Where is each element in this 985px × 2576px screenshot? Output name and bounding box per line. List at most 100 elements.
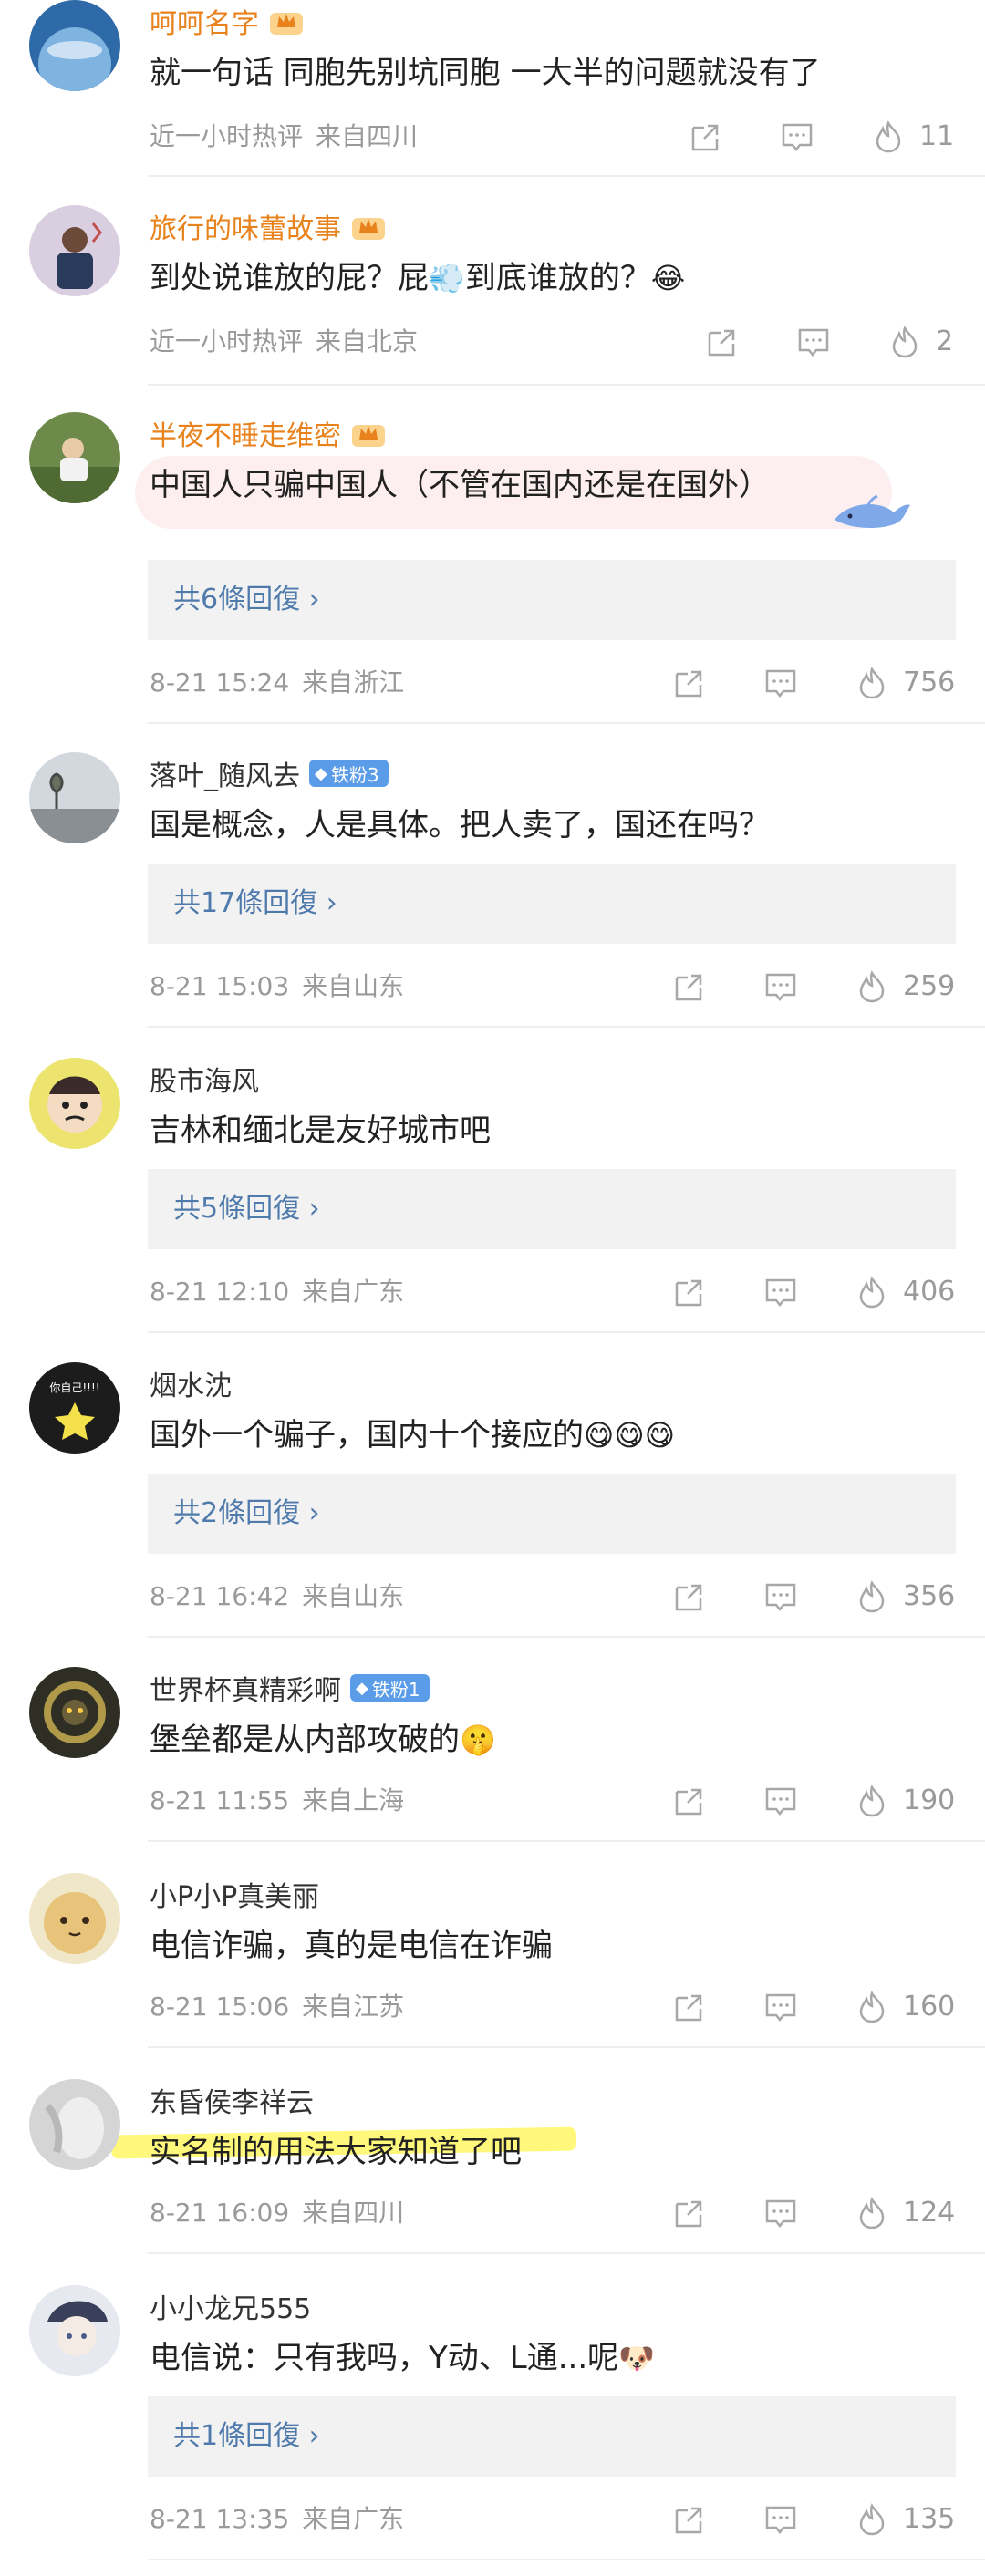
comment-text-part: 国外一个骗子，国内十个接应的	[150, 1417, 584, 1454]
username[interactable]: 小小龙兄555	[150, 2286, 311, 2326]
reply-box[interactable]: 共5條回復 ›	[148, 1169, 956, 1249]
comment-text-part: 到底谁放的？	[464, 260, 651, 296]
like-count: 160	[903, 1991, 956, 2023]
comment-time: 近一小时热评	[150, 326, 304, 357]
comment-time: 8-21 16:42	[150, 1581, 290, 1611]
comment-location: 来自四川	[302, 2198, 405, 2228]
share-icon[interactable]	[673, 970, 706, 1003]
reply-box[interactable]: 共6條回復 ›	[148, 560, 956, 640]
username[interactable]: 呵呵名字	[150, 1, 259, 41]
shush-emoji-icon: 🤫	[460, 1723, 496, 1757]
view-replies-link[interactable]: 共17條回復 ›	[173, 864, 337, 944]
chevron-right-icon: ›	[317, 887, 337, 919]
avatar[interactable]: 你自己!!!!	[29, 1362, 120, 1454]
reply-count-label: 共1條回復	[173, 2420, 301, 2452]
share-icon[interactable]	[673, 2503, 706, 2536]
reply-count-label: 共6條回復	[173, 584, 301, 616]
divider	[148, 175, 985, 177]
fan-badge: ◆ 铁粉1	[350, 1674, 430, 1702]
whale-sticker-icon	[830, 483, 912, 538]
avatar[interactable]	[29, 1058, 120, 1149]
divider	[148, 384, 985, 386]
share-icon[interactable]	[673, 667, 706, 699]
share-icon[interactable]	[673, 1276, 706, 1309]
share-icon[interactable]	[690, 120, 722, 153]
divider	[148, 1026, 985, 1028]
comment-icon[interactable]	[764, 2503, 797, 2536]
reply-box[interactable]: 共1條回復 ›	[148, 2396, 956, 2477]
like-flame-icon[interactable]	[855, 970, 888, 1003]
comment-icon[interactable]	[764, 1276, 797, 1309]
avatar[interactable]	[29, 2285, 120, 2376]
username[interactable]: 小P小P真美丽	[150, 1874, 319, 1914]
share-icon[interactable]	[673, 1580, 706, 1613]
share-icon[interactable]	[706, 326, 739, 358]
comment-text: 实名制的用法大家知道了吧	[150, 2134, 522, 2170]
like-flame-icon[interactable]	[855, 1991, 888, 2023]
username[interactable]: 旅行的味蕾故事	[150, 206, 341, 246]
view-replies-link[interactable]: 共2條回復 ›	[173, 1474, 320, 1554]
like-flame-icon[interactable]	[855, 2503, 888, 2536]
share-icon[interactable]	[673, 1785, 706, 1817]
username[interactable]: 世界杯真精彩啊	[150, 1668, 341, 1708]
comment-icon[interactable]	[797, 326, 830, 358]
like-flame-icon[interactable]	[855, 667, 888, 699]
view-replies-link[interactable]: 共5條回復 ›	[173, 1169, 320, 1249]
reply-box[interactable]: 共2條回復 ›	[148, 1474, 956, 1554]
comment-time: 8-21 12:10	[150, 1277, 290, 1307]
reply-box[interactable]: 共17條回復 ›	[148, 864, 956, 944]
reply-count-label: 共2條回復	[173, 1497, 301, 1529]
comment-icon[interactable]	[764, 1785, 797, 1817]
like-flame-icon[interactable]	[855, 1580, 888, 1613]
diamond-icon: ◆	[356, 1678, 368, 1698]
like-flame-icon[interactable]	[872, 120, 905, 153]
comment-location: 来自北京	[316, 326, 419, 357]
comment-text-part: 堡垒都是从内部攻破的	[150, 1722, 460, 1758]
avatar[interactable]	[29, 2079, 120, 2170]
username[interactable]: 落叶_随风去	[150, 753, 300, 793]
comment-text: 吉林和缅北是友好城市吧	[150, 1112, 491, 1149]
username[interactable]: 股市海风	[150, 1059, 259, 1099]
username[interactable]: 烟水沈	[150, 1363, 232, 1403]
divider	[148, 1331, 985, 1333]
divider	[148, 722, 985, 724]
divider	[148, 1636, 985, 1638]
comment-icon[interactable]	[764, 1580, 797, 1613]
comment-location: 来自山东	[302, 1581, 405, 1611]
comment-icon[interactable]	[764, 2197, 797, 2229]
like-flame-icon[interactable]	[888, 326, 921, 358]
like-count: 259	[903, 970, 956, 1002]
view-replies-link[interactable]: 共1條回復 ›	[173, 2396, 320, 2477]
comment-icon[interactable]	[764, 970, 797, 1003]
comment-icon[interactable]	[764, 667, 797, 699]
comment-location: 来自广东	[302, 2504, 405, 2534]
like-count: 2	[936, 326, 954, 357]
comment-icon[interactable]	[781, 120, 814, 153]
avatar[interactable]	[29, 1873, 120, 1964]
comment-location: 来自上海	[302, 1785, 405, 1816]
avatar[interactable]	[29, 752, 120, 843]
comment-text: 电信说：只有我吗，Y动、L通...呢🐶	[150, 2336, 949, 2380]
reply-count-label: 共5條回復	[173, 1193, 301, 1225]
avatar[interactable]	[29, 0, 120, 91]
comment-icon[interactable]	[764, 1991, 797, 2023]
comment-location: 来自广东	[302, 1277, 405, 1307]
view-replies-link[interactable]: 共6條回復 ›	[173, 560, 320, 640]
like-count: 756	[903, 667, 956, 698]
username[interactable]: 半夜不睡走维密	[150, 413, 341, 453]
avatar[interactable]	[29, 1667, 120, 1758]
divider	[148, 2046, 985, 2048]
comment-location: 来自山东	[302, 971, 405, 1001]
avatar-text: 你自己!!!!	[49, 1381, 99, 1394]
share-icon[interactable]	[673, 2197, 706, 2229]
comment-text: 就一句话 同胞先别坑同胞 一大半的问题就没有了	[150, 55, 821, 91]
like-flame-icon[interactable]	[855, 1276, 888, 1309]
avatar[interactable]	[29, 205, 120, 296]
like-count: 406	[903, 1276, 956, 1308]
share-icon[interactable]	[673, 1991, 706, 2023]
like-flame-icon[interactable]	[855, 2197, 888, 2229]
username[interactable]: 东昏侯李祥云	[150, 2080, 314, 2120]
avatar[interactable]	[29, 412, 120, 503]
like-flame-icon[interactable]	[855, 1785, 888, 1817]
chevron-right-icon: ›	[300, 1497, 320, 1529]
